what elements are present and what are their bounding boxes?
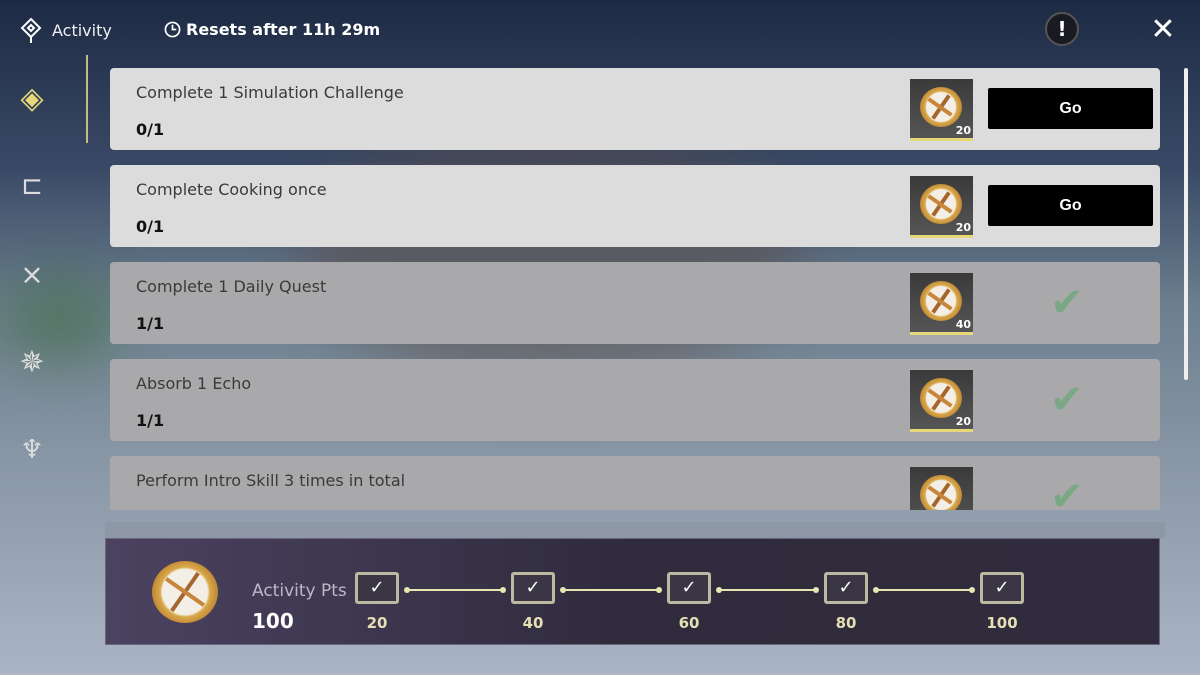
milestone-label: 100 (986, 614, 1018, 632)
reward-amount: 20 (955, 124, 971, 137)
compass-coin-icon (920, 378, 962, 418)
info-button[interactable]: ! (1045, 12, 1079, 46)
clock-icon (164, 21, 181, 38)
task-card: Complete 1 Daily Quest 1/1 40 ✔ (110, 262, 1160, 344)
milestone-label: 20 (366, 614, 388, 632)
reset-text: Resets after 11h 29m (186, 20, 381, 39)
progress-segment (873, 587, 975, 593)
task-card: Complete Cooking once 0/1 20 Go (110, 165, 1160, 247)
task-title: Complete Cooking once (136, 180, 327, 199)
reward-amount: 20 (955, 221, 971, 234)
reward-item[interactable]: 40 (910, 273, 973, 335)
scrollbar[interactable] (1184, 68, 1188, 380)
activity-diamond-icon: ◈ (20, 80, 44, 116)
milestone-chest-claimed[interactable]: ✓ (980, 572, 1024, 604)
sidebar-item-gear[interactable]: ✵ (12, 342, 52, 382)
milestone-label: 40 (522, 614, 544, 632)
sidebar-active-indicator (86, 55, 88, 143)
completed-check-icon: ✔ (1050, 377, 1084, 423)
sidebar-item-pass[interactable]: ⊏ (12, 166, 52, 206)
pass-icon: ⊏ (21, 171, 43, 201)
task-progress: 1/1 (136, 411, 165, 430)
close-button[interactable]: ✕ (1146, 11, 1180, 47)
list-fade (105, 522, 1165, 538)
activity-logo-icon (20, 17, 42, 43)
reward-amount: 20 (955, 415, 971, 428)
task-progress: 0/1 (136, 217, 165, 236)
compass-coin-icon (920, 87, 962, 127)
task-title: Complete 1 Daily Quest (136, 277, 327, 296)
go-button[interactable]: Go (988, 185, 1153, 226)
activity-points-bar: Activity Pts 100 ✓ 20 ✓ 40 ✓ 60 ✓ 80 ✓ 100 (105, 538, 1160, 645)
activity-pts-value: 100 (252, 609, 294, 633)
milestone-chest-claimed[interactable]: ✓ (511, 572, 555, 604)
progress-segment (404, 587, 506, 593)
compass-coin-icon (920, 184, 962, 224)
task-progress: 0/1 (136, 120, 165, 139)
reward-item[interactable]: 20 (910, 370, 973, 432)
compass-coin-icon (920, 475, 962, 510)
reward-amount: 40 (955, 318, 971, 331)
activity-coin-icon (152, 561, 218, 623)
milestone-chest-claimed[interactable]: ✓ (355, 572, 399, 604)
completed-check-icon: ✔ (1050, 280, 1084, 326)
milestone-chest-claimed[interactable]: ✓ (667, 572, 711, 604)
exclamation-icon: ! (1057, 17, 1067, 41)
task-progress: 3/3 (136, 508, 164, 510)
task-progress: 1/1 (136, 314, 165, 333)
sidebar-item-battle[interactable]: ⨯ (12, 254, 52, 294)
progress-segment (560, 587, 662, 593)
go-button[interactable]: Go (988, 88, 1153, 129)
task-card: Complete 1 Simulation Challenge 0/1 20 Go (110, 68, 1160, 150)
reset-timer: Resets after 11h 29m (164, 20, 380, 39)
activity-pts-label: Activity Pts (252, 581, 347, 601)
reward-item[interactable]: 10 (910, 467, 973, 510)
task-title: Complete 1 Simulation Challenge (136, 83, 404, 102)
task-card: Perform Intro Skill 3 times in total 3/3… (110, 456, 1160, 510)
compass-coin-icon (920, 281, 962, 321)
progress-segment (716, 587, 819, 593)
reward-item[interactable]: 20 (910, 176, 973, 238)
task-title: Perform Intro Skill 3 times in total (136, 471, 406, 490)
close-icon: ✕ (1150, 11, 1176, 47)
page-title: Activity (52, 21, 112, 40)
crossed-blades-icon: ⨯ (20, 257, 44, 291)
sidebar-item-activity[interactable]: ◈ (12, 78, 52, 118)
completed-check-icon: ✔ (1050, 474, 1084, 510)
dragon-head-icon: ♆ (20, 435, 44, 465)
reward-item[interactable]: 20 (910, 79, 973, 141)
task-card: Absorb 1 Echo 1/1 20 ✔ (110, 359, 1160, 441)
gear-wheel-icon: ✵ (19, 344, 45, 380)
task-title: Absorb 1 Echo (136, 374, 252, 393)
milestone-chest-claimed[interactable]: ✓ (824, 572, 868, 604)
milestone-label: 60 (678, 614, 700, 632)
sidebar-item-boss[interactable]: ♆ (12, 430, 52, 470)
milestone-label: 80 (835, 614, 857, 632)
